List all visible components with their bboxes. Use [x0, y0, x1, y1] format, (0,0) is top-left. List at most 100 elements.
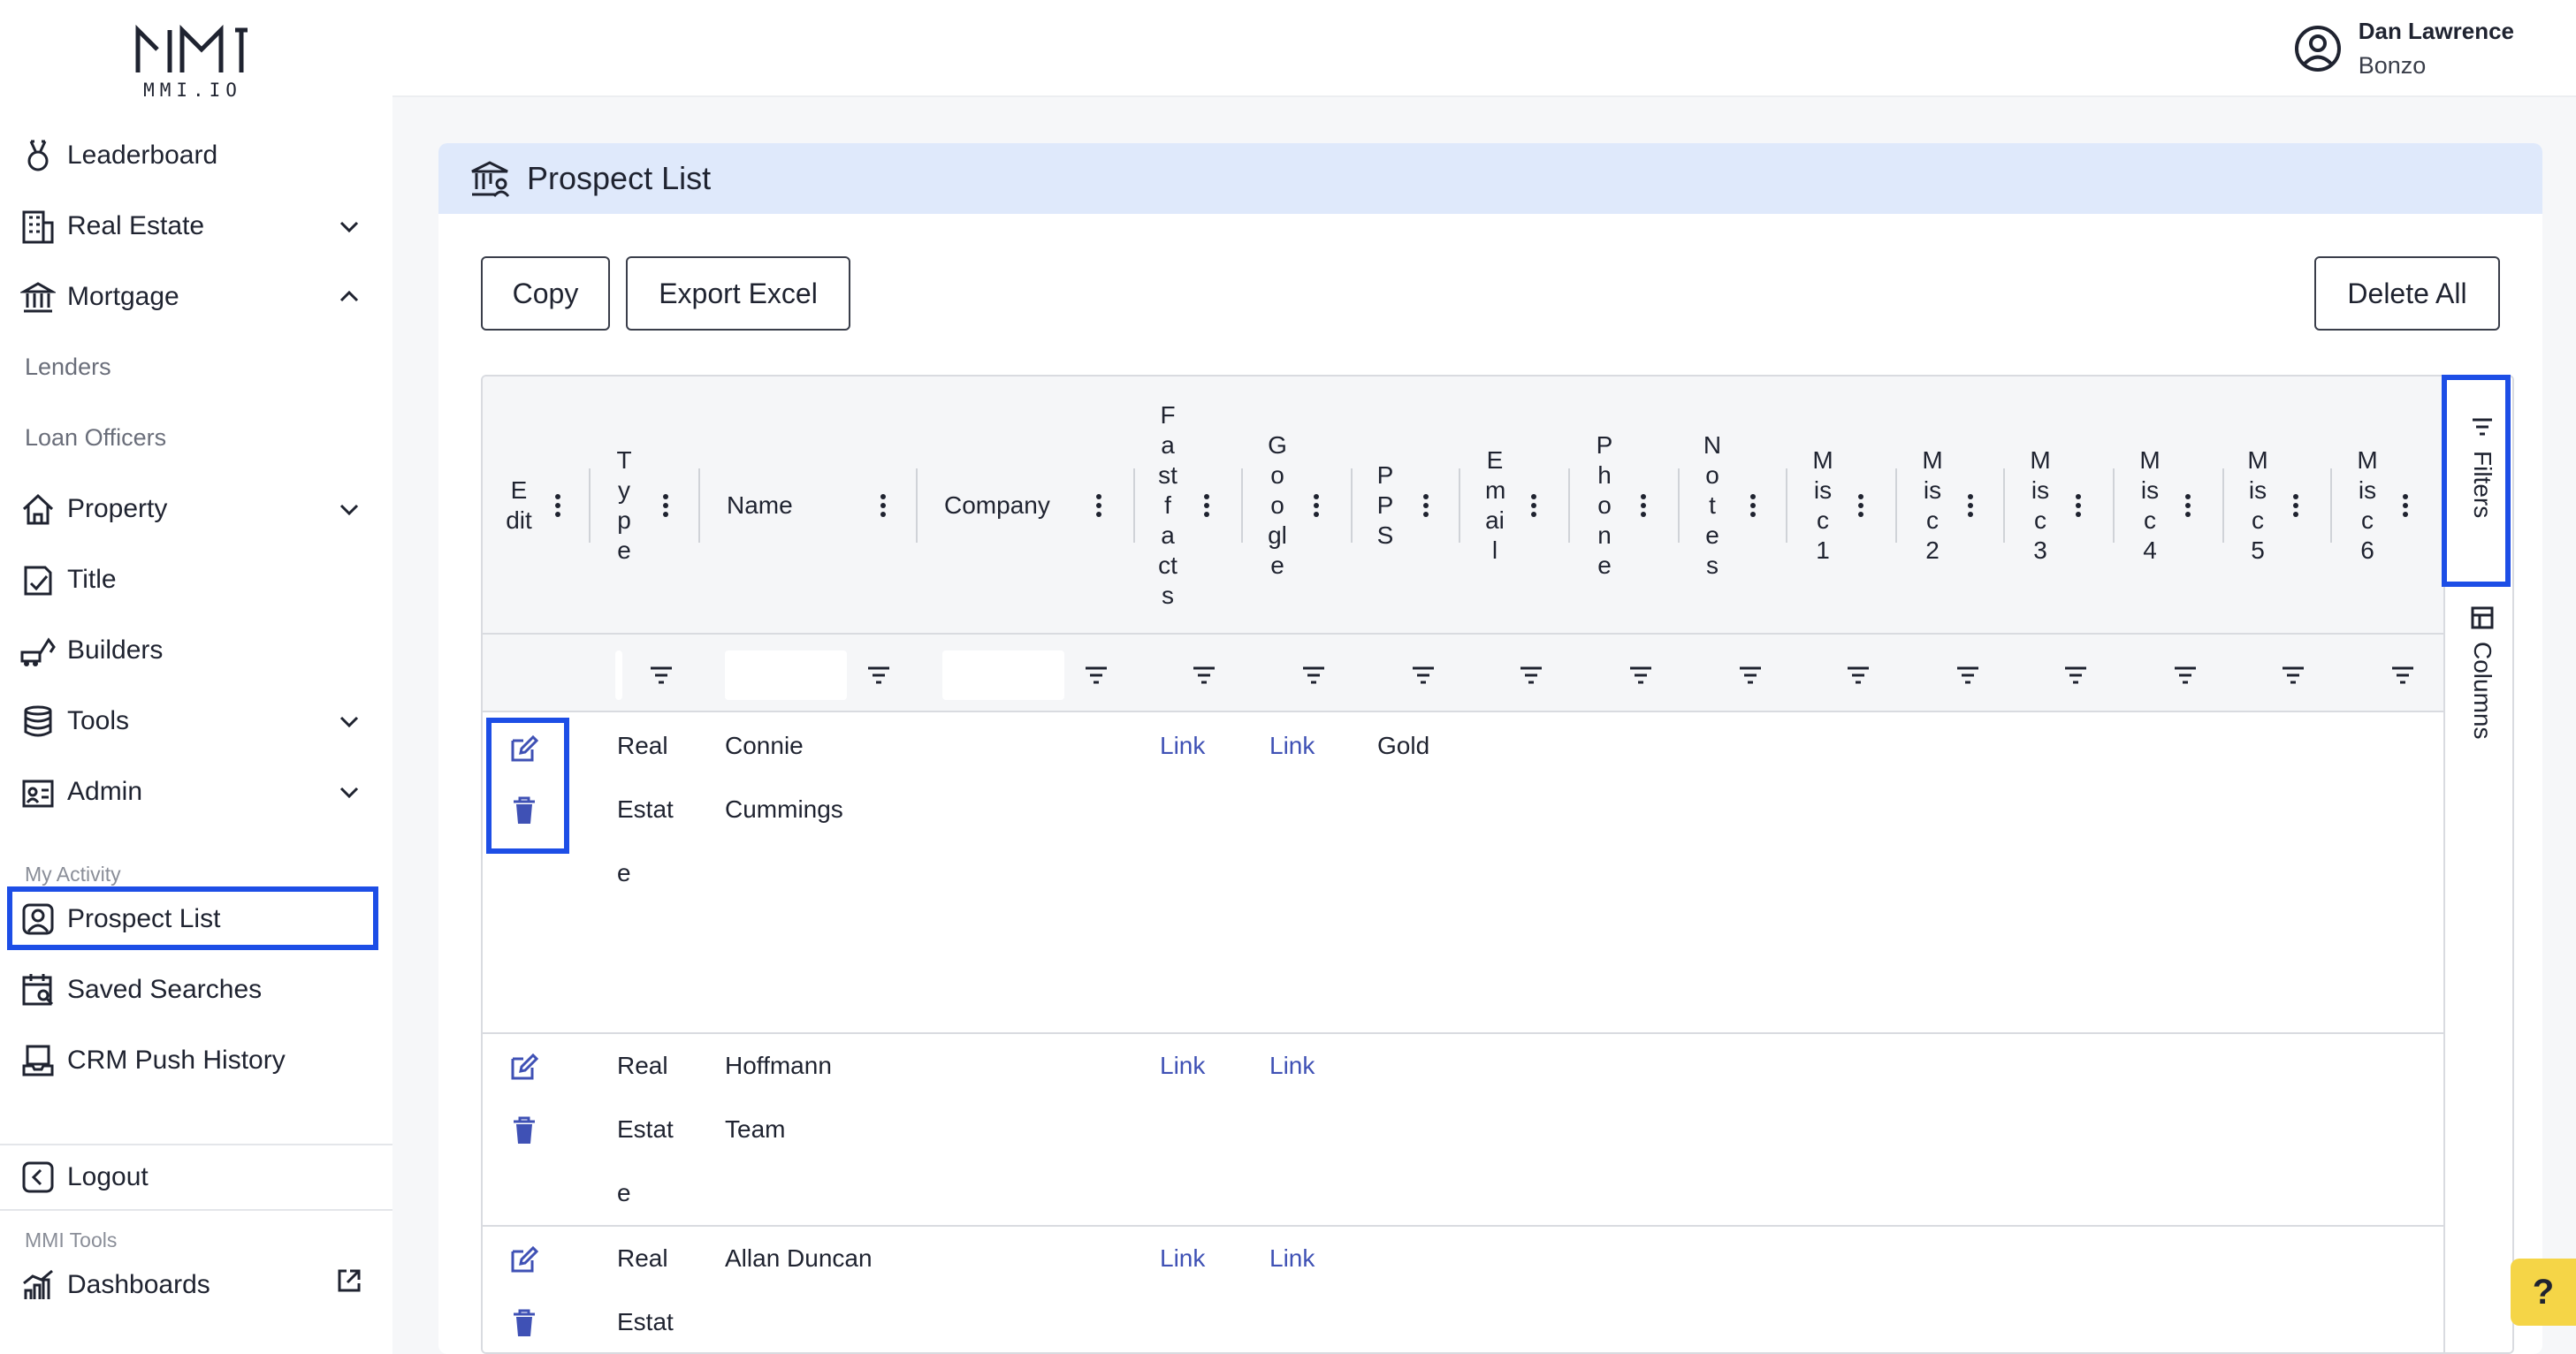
filter-icon[interactable]	[1299, 661, 1328, 689]
google-link[interactable]: Link	[1269, 714, 1315, 778]
column-menu-icon[interactable]	[1856, 492, 1865, 519]
edit-icon[interactable]	[509, 1244, 539, 1274]
column-header-phone[interactable]: Phone	[1595, 377, 1614, 635]
column-menu-icon[interactable]	[1749, 492, 1757, 519]
chevron-down-icon[interactable]	[336, 779, 362, 805]
sidebar-item-saved-searches[interactable]: Saved Searches	[18, 963, 371, 1016]
column-menu-icon[interactable]	[1202, 492, 1211, 519]
sidebar-item-admin[interactable]: Admin	[18, 765, 371, 818]
column-header-company[interactable]: Company	[944, 377, 1086, 635]
filter-input-company[interactable]	[942, 650, 1064, 700]
chevron-up-icon[interactable]	[336, 284, 362, 310]
column-menu-icon[interactable]	[2401, 492, 2410, 519]
column-menu-icon[interactable]	[661, 492, 670, 519]
filter-icon[interactable]	[647, 661, 675, 689]
column-menu-icon[interactable]	[2291, 492, 2300, 519]
column-resize-handle[interactable]	[698, 468, 700, 543]
column-resize-handle[interactable]	[1133, 468, 1135, 543]
column-header-misc1[interactable]: Misc1	[1812, 377, 1833, 635]
column-menu-icon[interactable]	[1312, 492, 1321, 519]
column-resize-handle[interactable]	[1241, 468, 1243, 543]
column-resize-handle[interactable]	[2222, 468, 2224, 543]
delete-icon[interactable]	[509, 1308, 539, 1338]
sidebar-item-crm-push-history[interactable]: CRM Push History	[18, 1034, 371, 1087]
column-header-misc4[interactable]: Misc4	[2139, 377, 2161, 635]
fastfacts-link[interactable]: Link	[1160, 714, 1205, 778]
column-header-misc5[interactable]: Misc5	[2247, 377, 2268, 635]
column-menu-icon[interactable]	[553, 492, 562, 519]
column-header-pps[interactable]: PPS	[1376, 377, 1395, 635]
sidebar-item-prospect-list[interactable]: Prospect List	[18, 893, 371, 946]
sidebar-item-mortgage[interactable]: Mortgage	[18, 270, 371, 323]
column-menu-icon[interactable]	[1639, 492, 1648, 519]
column-header-fastfacts[interactable]: Fastfacts	[1158, 377, 1177, 635]
filter-input-name[interactable]	[725, 650, 847, 700]
filter-icon[interactable]	[1517, 661, 1545, 689]
google-link[interactable]: Link	[1269, 1034, 1315, 1098]
filter-icon[interactable]	[2062, 661, 2090, 689]
column-header-email[interactable]: Email	[1485, 377, 1505, 635]
column-resize-handle[interactable]	[2113, 468, 2115, 543]
filter-icon[interactable]	[1736, 661, 1764, 689]
sidebar-item-real-estate[interactable]: Real Estate	[18, 200, 371, 253]
column-header-misc2[interactable]: Misc2	[1922, 377, 1943, 635]
column-header-misc3[interactable]: Misc3	[2030, 377, 2051, 635]
columns-tab[interactable]: Columns	[2456, 605, 2509, 739]
column-resize-handle[interactable]	[1678, 468, 1680, 543]
edit-icon[interactable]	[509, 1052, 539, 1082]
sidebar-subitem-lenders[interactable]: Lenders	[25, 354, 111, 381]
filter-input-type[interactable]	[615, 650, 622, 700]
sidebar-item-builders[interactable]: Builders	[18, 624, 371, 677]
help-button[interactable]: ?	[2511, 1259, 2576, 1326]
column-resize-handle[interactable]	[1351, 468, 1353, 543]
filter-icon[interactable]	[1954, 661, 1982, 689]
column-resize-handle[interactable]	[589, 468, 591, 543]
sidebar-item-title[interactable]: Title	[18, 553, 371, 606]
copy-button[interactable]: Copy	[481, 256, 610, 331]
column-menu-icon[interactable]	[2184, 492, 2192, 519]
filter-icon[interactable]	[865, 661, 893, 689]
column-header-type[interactable]: Type	[615, 377, 633, 635]
column-header-notes[interactable]: Notes	[1703, 377, 1722, 635]
chevron-down-icon[interactable]	[336, 213, 362, 240]
fastfacts-link[interactable]: Link	[1160, 1034, 1205, 1098]
column-header-misc6[interactable]: Misc6	[2357, 377, 2378, 635]
column-resize-handle[interactable]	[1459, 468, 1460, 543]
column-menu-icon[interactable]	[1966, 492, 1975, 519]
column-resize-handle[interactable]	[916, 468, 918, 543]
delete-all-button[interactable]: Delete All	[2314, 256, 2500, 331]
chevron-down-icon[interactable]	[336, 496, 362, 522]
sidebar-item-logout[interactable]: Logout	[18, 1151, 371, 1204]
sidebar-item-property[interactable]: Property	[18, 483, 371, 536]
filter-icon[interactable]	[1409, 661, 1437, 689]
column-header-name[interactable]: Name	[727, 377, 868, 635]
filter-icon[interactable]	[1190, 661, 1218, 689]
sidebar-item-dashboards[interactable]: Dashboards	[18, 1259, 371, 1312]
column-resize-handle[interactable]	[2330, 468, 2332, 543]
column-resize-handle[interactable]	[1895, 468, 1897, 543]
column-resize-handle[interactable]	[2003, 468, 2005, 543]
filter-icon[interactable]	[2171, 661, 2199, 689]
column-menu-icon[interactable]	[2074, 492, 2083, 519]
chevron-down-icon[interactable]	[336, 708, 362, 734]
filter-icon[interactable]	[1844, 661, 1872, 689]
column-resize-handle[interactable]	[1786, 468, 1787, 543]
column-resize-handle[interactable]	[1568, 468, 1570, 543]
user-menu[interactable]: Dan Lawrence Bonzo	[2293, 18, 2514, 80]
export-excel-button[interactable]: Export Excel	[626, 256, 850, 331]
filter-icon[interactable]	[1627, 661, 1655, 689]
delete-icon[interactable]	[509, 1115, 539, 1145]
sidebar-subitem-loan-officers[interactable]: Loan Officers	[25, 424, 166, 452]
google-link[interactable]: Link	[1269, 1227, 1315, 1290]
column-menu-icon[interactable]	[1529, 492, 1538, 519]
column-menu-icon[interactable]	[879, 492, 888, 519]
filter-icon[interactable]	[2279, 661, 2307, 689]
column-menu-icon[interactable]	[1094, 492, 1103, 519]
sidebar-item-tools[interactable]: Tools	[18, 695, 371, 748]
mmi-logo[interactable]: MMI.IO	[131, 24, 255, 101]
filter-icon[interactable]	[2389, 661, 2417, 689]
external-link-icon[interactable]	[336, 1267, 362, 1294]
fastfacts-link[interactable]: Link	[1160, 1227, 1205, 1290]
column-header-edit[interactable]: Edit	[506, 377, 532, 635]
filter-icon[interactable]	[1082, 661, 1110, 689]
